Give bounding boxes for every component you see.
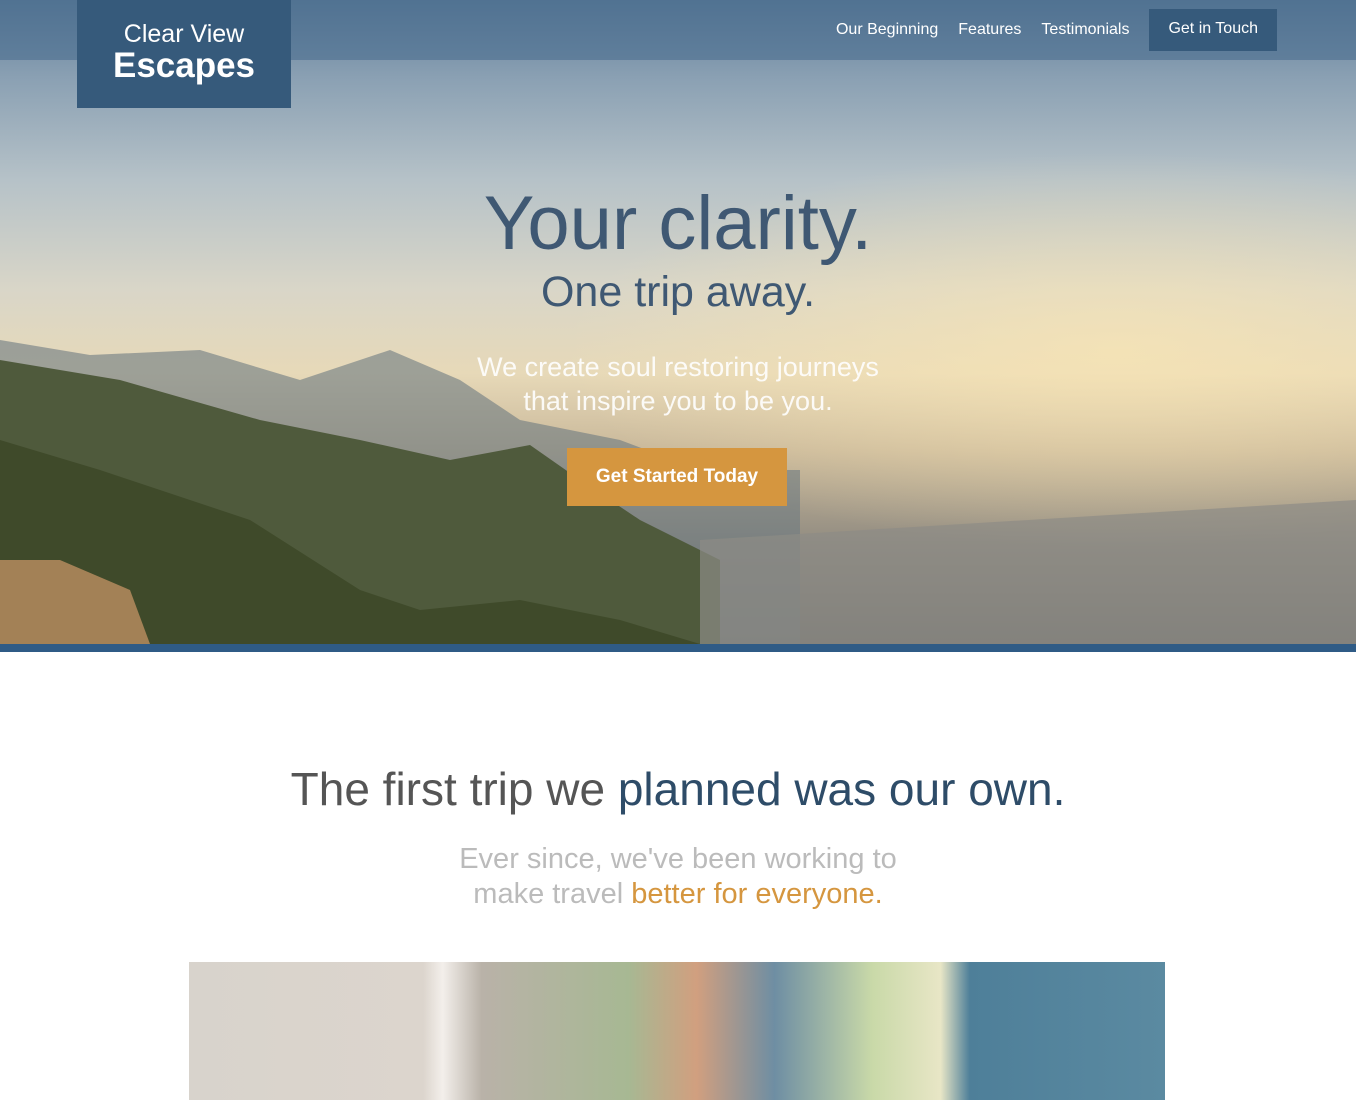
hero-title: Your clarity. xyxy=(483,181,873,266)
nav-testimonials[interactable]: Testimonials xyxy=(1041,21,1129,39)
story-section: The first trip we planned was our own. E… xyxy=(0,762,1356,912)
logo[interactable]: Clear View Escapes xyxy=(77,0,291,108)
hero-subtitle: One trip away. xyxy=(540,268,816,316)
heading-light: The first trip we xyxy=(290,763,618,815)
hero-divider xyxy=(0,644,1356,652)
nav-our-beginning[interactable]: Our Beginning xyxy=(836,21,938,39)
story-heading: The first trip we planned was our own. xyxy=(0,762,1356,816)
story-line-1: Ever since, we've been working to xyxy=(459,843,897,875)
nav-features[interactable]: Features xyxy=(958,21,1021,39)
get-started-button[interactable]: Get Started Today xyxy=(567,448,787,506)
get-in-touch-button[interactable]: Get in Touch xyxy=(1149,9,1277,51)
main-nav: Our Beginning Features Testimonials Get … xyxy=(836,9,1277,51)
story-line-2-accent: better for everyone. xyxy=(631,878,883,910)
logo-line-1: Clear View xyxy=(123,20,245,48)
heading-bold: planned was our own. xyxy=(617,763,1066,815)
logo-line-2: Escapes xyxy=(112,46,256,85)
hero-section: Clear View Escapes Our Beginning Feature… xyxy=(0,0,1356,644)
tagline-line-2: that inspire you to be you. xyxy=(523,386,833,416)
story-line-2-light: make travel xyxy=(473,878,632,910)
tagline-line-1: We create soul restoring journeys xyxy=(477,352,879,382)
story-text: Ever since, we've been working to make t… xyxy=(0,842,1356,912)
hero-tagline: We create soul restoring journeys that i… xyxy=(0,350,1356,418)
holding-hands-photo xyxy=(189,962,1165,1100)
